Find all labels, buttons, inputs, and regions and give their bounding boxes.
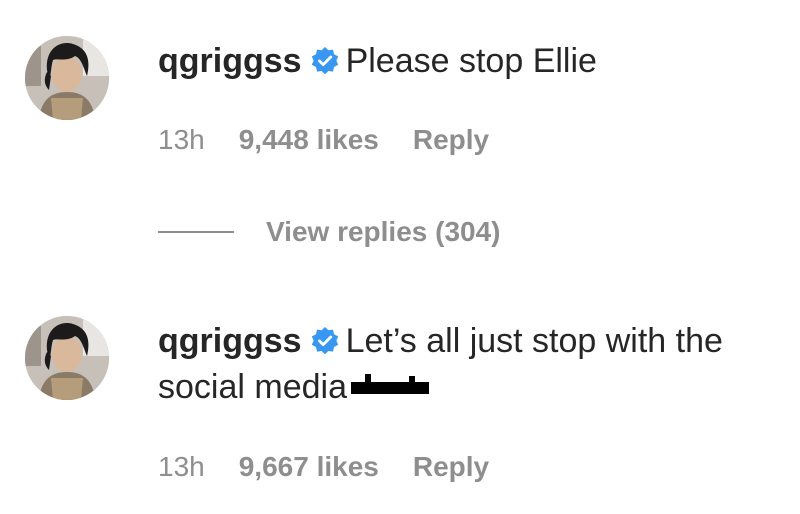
username[interactable]: qgriggss <box>158 42 302 80</box>
view-replies-label: View replies (304) <box>266 216 501 247</box>
comment-text-block: qgriggss Please stop Ellie <box>158 38 778 84</box>
reply-button[interactable]: Reply <box>413 124 489 155</box>
comment-time[interactable]: 13h <box>158 124 205 155</box>
avatar-image <box>25 36 109 120</box>
verified-badge-icon <box>310 322 340 355</box>
view-replies-button[interactable]: View replies (304) <box>158 212 501 252</box>
comment-meta: 13h 9,448 likes Reply <box>158 123 489 157</box>
likes-count[interactable]: 9,448 likes <box>239 124 379 155</box>
avatar[interactable] <box>25 36 109 120</box>
reply-button[interactable]: Reply <box>413 451 489 482</box>
verified-badge-icon <box>310 42 340 75</box>
redacted-word <box>350 374 429 394</box>
avatar[interactable] <box>25 316 109 400</box>
comment-time[interactable]: 13h <box>158 451 205 482</box>
replies-divider-line <box>158 231 234 233</box>
comment-text-block: qgriggss Let’s all just stop with the soc… <box>158 318 778 410</box>
likes-count[interactable]: 9,667 likes <box>239 451 379 482</box>
avatar-image <box>25 316 109 400</box>
comment-meta: 13h 9,667 likes Reply <box>158 450 489 484</box>
comment-body: Please stop Ellie <box>345 42 597 80</box>
username[interactable]: qgriggss <box>158 322 302 360</box>
